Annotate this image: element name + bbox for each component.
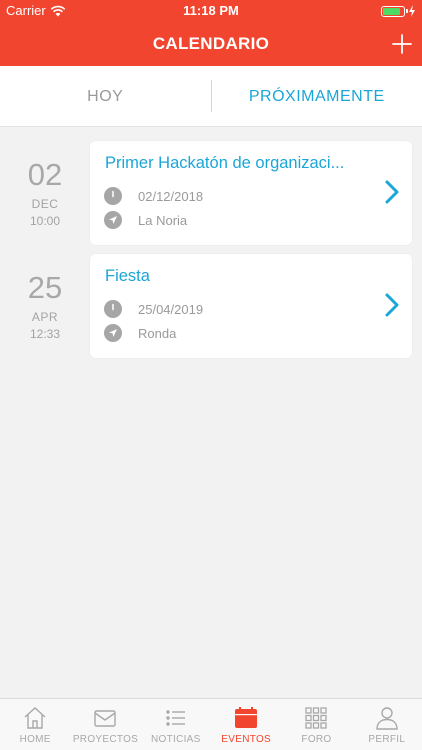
chevron-right-icon xyxy=(385,180,399,204)
tabbar-item-proyectos[interactable]: PROYECTOS xyxy=(70,699,140,750)
chevron-right-icon xyxy=(385,293,399,317)
event-date-meta: 02/12/2018 xyxy=(104,187,203,205)
tabbar-label: NOTICIAS xyxy=(151,734,201,745)
list-icon xyxy=(166,710,185,726)
event-month: DEC xyxy=(31,197,59,211)
location-arrow-icon xyxy=(104,324,122,342)
home-icon xyxy=(24,707,46,729)
plus-icon[interactable] xyxy=(390,32,414,56)
app-header: Carrier 11:18 PM CALENDARIO xyxy=(0,0,422,66)
calendar-icon xyxy=(235,707,258,728)
event-date-meta: 25/04/2019 xyxy=(104,300,203,318)
event-day: 25 xyxy=(27,270,63,305)
event-location: Ronda xyxy=(138,325,177,341)
segment-tabs: HOY PRÓXIMAMENTE xyxy=(0,66,422,127)
tabbar-item-noticias[interactable]: NOTICIAS xyxy=(141,699,211,750)
inbox-icon xyxy=(94,710,117,727)
tabbar-item-home[interactable]: HOME xyxy=(0,699,70,750)
status-bar: Carrier 11:18 PM xyxy=(0,0,422,22)
battery-group xyxy=(381,5,416,17)
event-card[interactable]: Primer Hackatón de organizaci... 02/12/2… xyxy=(90,141,412,245)
tabbar-item-perfil[interactable]: PERFIL xyxy=(352,699,422,750)
event-title: Fiesta xyxy=(105,267,150,285)
nav-bar: CALENDARIO xyxy=(0,22,422,66)
tabbar-label: PERFIL xyxy=(368,734,406,745)
tabbar-item-foro[interactable]: FORO xyxy=(281,699,351,750)
event-date: 02/12/2018 xyxy=(138,188,204,204)
page-title: CALENDARIO xyxy=(152,34,270,53)
event-location-meta: La Noria xyxy=(104,211,187,229)
location-arrow-icon xyxy=(104,211,122,229)
bottom-tab-bar: HOME PROYECTOS NOTICIAS EVENTOS FORO PER… xyxy=(0,698,422,750)
event-date: 25/04/2019 xyxy=(138,301,204,317)
event-card[interactable]: Fiesta 25/04/2019 Ronda xyxy=(90,254,412,358)
battery-icon xyxy=(381,5,408,17)
clock-icon xyxy=(104,300,122,318)
charging-bolt-icon xyxy=(409,5,415,17)
event-title: Primer Hackatón de organizaci... xyxy=(105,154,345,172)
event-date-column: 25 APR 12:33 xyxy=(0,254,90,341)
event-row: 02 DEC 10:00 Primer Hackatón de organiza… xyxy=(0,141,422,245)
event-time: 12:33 xyxy=(29,327,61,341)
battery-fill xyxy=(383,7,400,15)
tabbar-label: FORO xyxy=(301,734,332,745)
event-location-meta: Ronda xyxy=(104,324,176,342)
clock-icon xyxy=(104,187,122,205)
event-row: 25 APR 12:33 Fiesta 25/04/2019 Ronda xyxy=(0,254,422,358)
tabbar-label: PROYECTOS xyxy=(72,734,139,745)
event-location: La Noria xyxy=(138,212,188,228)
tab-hoy[interactable]: HOY xyxy=(0,66,211,127)
tabbar-label: HOME xyxy=(19,734,51,745)
tabbar-item-eventos[interactable]: EVENTOS xyxy=(211,699,281,750)
event-date-column: 02 DEC 10:00 xyxy=(0,141,90,228)
tab-proximamente[interactable]: PRÓXIMAMENTE xyxy=(212,66,422,127)
event-month: APR xyxy=(31,310,59,324)
tabbar-label: EVENTOS xyxy=(221,734,271,745)
grid-icon xyxy=(305,707,328,729)
event-time: 10:00 xyxy=(29,214,61,228)
person-icon xyxy=(376,707,398,730)
status-time: 11:18 PM xyxy=(183,3,239,18)
event-day: 02 xyxy=(27,157,63,192)
